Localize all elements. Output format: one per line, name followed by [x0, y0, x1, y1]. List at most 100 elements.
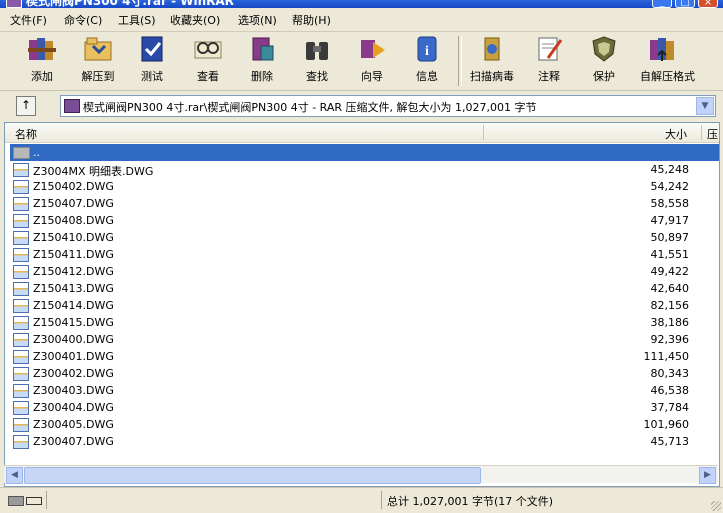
path-combobox[interactable]: 楔式闸阀PN300 4寸.rar\楔式闸阀PN300 4寸 - RAR 压缩文件…	[60, 95, 716, 117]
file-name: Z150412.DWG	[33, 265, 114, 278]
column-divider[interactable]	[483, 125, 484, 140]
table-row[interactable]: Z300400.DWG 92,396	[10, 331, 719, 348]
table-row[interactable]: Z300402.DWG 80,343	[10, 365, 719, 382]
dwg-file-icon	[13, 435, 29, 449]
status-summary: 总计 1,027,001 字节(17 个文件)	[387, 495, 554, 508]
info-icon: i	[412, 34, 442, 64]
file-size: 50,897	[650, 231, 690, 244]
dwg-file-icon	[13, 367, 29, 381]
dwg-file-icon	[13, 163, 29, 177]
file-name: Z150411.DWG	[33, 248, 114, 261]
dwg-file-icon	[13, 214, 29, 228]
binoculars-icon	[302, 34, 332, 64]
file-name: Z300400.DWG	[33, 333, 114, 346]
dwg-file-icon	[13, 299, 29, 313]
comment-button[interactable]: 注释	[527, 34, 571, 84]
horizontal-scrollbar[interactable]: ◀ ▶	[4, 465, 718, 484]
toolbar: 添加 解压到 测试 查看 删除 查找 向导 i 信息 扫描病毒 注释 保护 自解…	[0, 32, 723, 91]
test-button[interactable]: 测试	[130, 34, 174, 84]
table-row[interactable]: Z300405.DWG 101,960	[10, 416, 719, 433]
minimize-button[interactable]: _	[652, 0, 672, 8]
table-row[interactable]: Z150410.DWG 50,897	[10, 229, 719, 246]
dwg-file-icon	[13, 265, 29, 279]
table-row[interactable]: Z150415.DWG 38,186	[10, 314, 719, 331]
status-divider	[381, 491, 382, 509]
table-row[interactable]: Z150408.DWG 47,917	[10, 212, 719, 229]
parent-folder-row[interactable]: ..	[10, 144, 719, 161]
menu-help[interactable]: 帮助(H)	[292, 12, 331, 28]
resize-grip[interactable]	[711, 501, 721, 511]
file-name: Z300404.DWG	[33, 401, 114, 414]
virus-scan-button[interactable]: 扫描病毒	[470, 34, 514, 84]
file-name: ..	[33, 146, 40, 159]
dwg-file-icon	[13, 282, 29, 296]
menu-commands[interactable]: 命令(C)	[64, 12, 102, 28]
file-name: Z150410.DWG	[33, 231, 114, 244]
table-row[interactable]: Z3004MX 明细表.DWG 45,248	[10, 161, 719, 178]
sfx-books-icon	[647, 34, 677, 64]
dwg-file-icon	[13, 350, 29, 364]
table-row[interactable]: Z300401.DWG 111,450	[10, 348, 719, 365]
file-size: 46,538	[650, 384, 690, 397]
table-row[interactable]: Z150407.DWG 58,558	[10, 195, 719, 212]
scroll-left-icon[interactable]: ◀	[6, 467, 23, 484]
wizard-button[interactable]: 向导	[350, 34, 394, 84]
maximize-button[interactable]: □	[675, 0, 695, 8]
file-name: Z300405.DWG	[33, 418, 114, 431]
chevron-down-icon[interactable]: ▼	[696, 97, 714, 115]
folder-extract-icon	[83, 34, 113, 64]
file-size: 111,450	[643, 350, 690, 363]
file-size: 92,396	[650, 333, 690, 346]
scroll-right-icon[interactable]: ▶	[699, 467, 716, 484]
sfx-button[interactable]: 自解压格式	[640, 34, 695, 84]
menu-options[interactable]: 选项(N)	[238, 12, 277, 28]
column-packed[interactable]: 压	[707, 126, 718, 142]
file-size: 47,917	[650, 214, 690, 227]
winrar-app-icon	[6, 0, 22, 8]
dwg-file-icon	[13, 231, 29, 245]
menu-favorites[interactable]: 收藏夹(O)	[170, 12, 220, 28]
table-row[interactable]: Z300404.DWG 37,784	[10, 399, 719, 416]
table-row[interactable]: Z150411.DWG 41,551	[10, 246, 719, 263]
info-button[interactable]: i 信息	[405, 34, 449, 84]
table-row[interactable]: Z150412.DWG 49,422	[10, 263, 719, 280]
table-row[interactable]: Z150413.DWG 42,640	[10, 280, 719, 297]
file-size: 45,713	[650, 435, 690, 448]
column-header: 名称 大小 压	[5, 123, 719, 143]
up-folder-button[interactable]: ↑	[16, 96, 36, 116]
window-title: 楔式闸阀PN300 4寸.rar - WinRAR	[26, 0, 234, 8]
file-name: Z300403.DWG	[33, 384, 114, 397]
protect-button[interactable]: 保护	[582, 34, 626, 84]
column-name[interactable]: 名称	[15, 126, 37, 142]
file-size: 54,242	[650, 180, 690, 193]
add-button[interactable]: 添加	[20, 34, 64, 84]
file-size: 80,343	[650, 367, 690, 380]
file-name: Z300401.DWG	[33, 350, 114, 363]
file-name: Z150402.DWG	[33, 180, 114, 193]
table-row[interactable]: Z150402.DWG 54,242	[10, 178, 719, 195]
view-button[interactable]: 查看	[186, 34, 230, 84]
extract-to-button[interactable]: 解压到	[76, 34, 120, 84]
close-button[interactable]: ×	[698, 0, 718, 8]
file-size: 42,640	[650, 282, 690, 295]
drive-icon	[8, 496, 24, 506]
folder-up-icon	[13, 147, 30, 159]
file-name: Z3004MX 明细表.DWG	[33, 165, 154, 178]
column-size[interactable]: 大小	[665, 126, 687, 142]
find-button[interactable]: 查找	[295, 34, 339, 84]
path-text: 楔式闸阀PN300 4寸.rar\楔式闸阀PN300 4寸 - RAR 压缩文件…	[83, 101, 537, 114]
status-bar: 总计 1,027,001 字节(17 个文件)	[0, 487, 723, 513]
file-name: Z150408.DWG	[33, 214, 114, 227]
dwg-file-icon	[13, 333, 29, 347]
file-size: 58,558	[650, 197, 690, 210]
delete-button[interactable]: 删除	[240, 34, 284, 84]
dwg-file-icon	[13, 401, 29, 415]
scroll-thumb[interactable]	[24, 467, 481, 484]
table-row[interactable]: Z150414.DWG 82,156	[10, 297, 719, 314]
table-row[interactable]: Z300407.DWG 45,713	[10, 433, 719, 450]
file-size: 82,156	[650, 299, 690, 312]
column-divider[interactable]	[701, 125, 702, 140]
table-row[interactable]: Z300403.DWG 46,538	[10, 382, 719, 399]
menu-tools[interactable]: 工具(S)	[118, 12, 156, 28]
menu-file[interactable]: 文件(F)	[10, 12, 47, 28]
